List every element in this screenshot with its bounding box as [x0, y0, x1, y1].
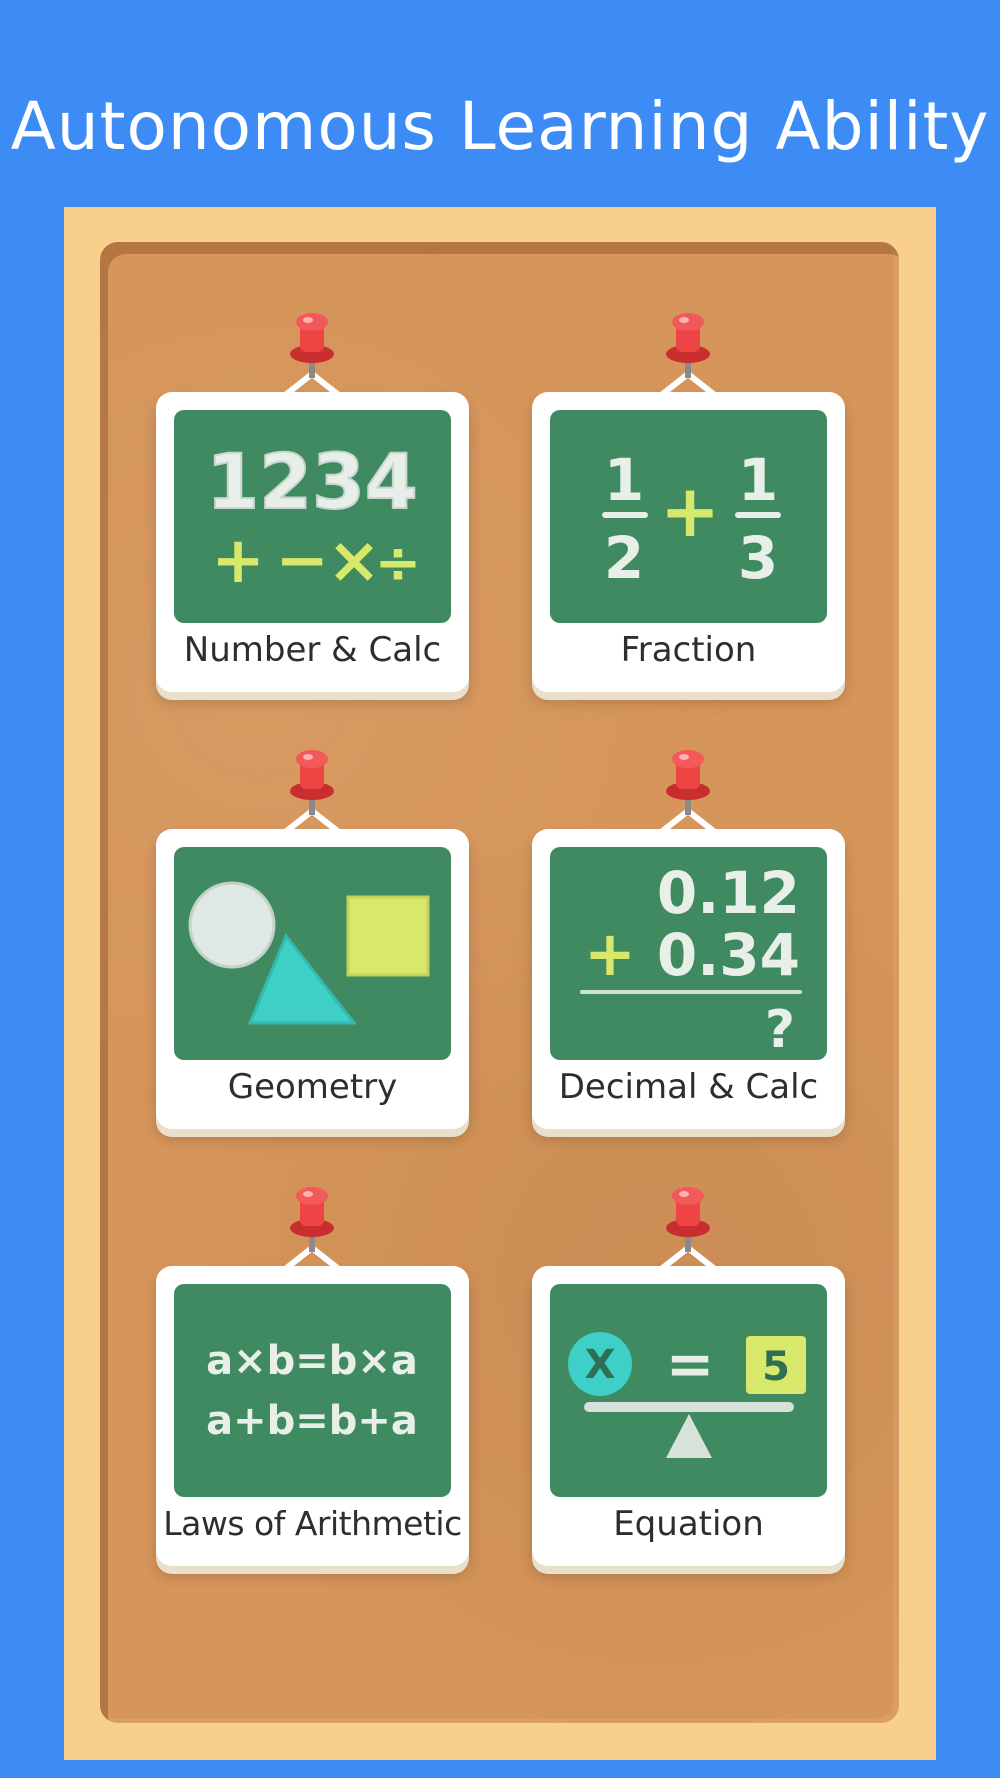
pushpin-icon: [272, 304, 352, 394]
card-fraction[interactable]: 1 2 + 1 3 Fraction: [532, 392, 845, 692]
fraction-bar: [602, 512, 648, 518]
card-label: Laws of Arithmetic: [163, 1504, 462, 1543]
circle-shape: [188, 881, 276, 969]
card-label: Fraction: [620, 630, 757, 670]
chalkboard: [174, 847, 451, 1060]
sum-line: [580, 990, 802, 994]
card-number-calc[interactable]: 1234 + − × ÷ Number & Calc: [156, 392, 469, 692]
law-2-text: a+b=b+a: [206, 1398, 418, 1444]
op-times-text: ×: [327, 524, 381, 598]
chalkboard: X = 5: [550, 1284, 827, 1497]
value-text: 5: [762, 1344, 790, 1390]
plus-text: +: [660, 469, 720, 553]
balance-beam: [584, 1402, 794, 1412]
card-label: Equation: [613, 1504, 764, 1544]
card-label: Geometry: [227, 1067, 398, 1107]
balance-fulcrum: [666, 1414, 712, 1458]
op-divide-text: ÷: [375, 531, 422, 596]
decimal-line-1-text: 0.12: [657, 859, 800, 927]
pushpin-icon: [648, 1178, 728, 1268]
card-label: Decimal & Calc: [558, 1067, 819, 1107]
digits-text: 1234: [206, 437, 418, 526]
pushpin-icon: [648, 741, 728, 831]
numerator-2-text: 1: [738, 446, 778, 514]
card-equation[interactable]: X = 5 Equation: [532, 1266, 845, 1566]
result-text: ?: [765, 1000, 795, 1060]
pushpin-icon: [272, 1178, 352, 1268]
fraction-bar: [735, 512, 781, 518]
pushpin-icon: [648, 304, 728, 394]
equals-text: =: [666, 1330, 715, 1398]
card-laws-of-arithmetic[interactable]: a×b=b×a a+b=b+a Laws of Arithmetic: [156, 1266, 469, 1566]
op-plus-text: +: [211, 524, 265, 598]
card-geometry[interactable]: Geometry: [156, 829, 469, 1129]
page-title: Autonomous Learning Ability: [10, 88, 990, 165]
law-1-text: a×b=b×a: [206, 1338, 418, 1384]
square-shape: [346, 895, 430, 977]
denominator-2-text: 3: [738, 524, 778, 592]
chalkboard: 1 2 + 1 3: [550, 410, 827, 623]
chalkboard: a×b=b×a a+b=b+a: [174, 1284, 451, 1497]
pushpin-icon: [272, 741, 352, 831]
variable-text: X: [585, 1342, 616, 1388]
chalkboard: 1234 + − × ÷: [174, 410, 451, 623]
chalkboard: 0.12 + 0.34 ?: [550, 847, 827, 1060]
decimal-line-2-text: 0.34: [657, 921, 800, 989]
denominator-1-text: 2: [604, 524, 644, 592]
card-label: Number & Calc: [183, 630, 442, 670]
card-decimal-calc[interactable]: 0.12 + 0.34 ? Decimal & Calc: [532, 829, 845, 1129]
plus-text: +: [584, 917, 636, 990]
op-minus-text: −: [275, 524, 329, 598]
numerator-1-text: 1: [604, 446, 644, 514]
